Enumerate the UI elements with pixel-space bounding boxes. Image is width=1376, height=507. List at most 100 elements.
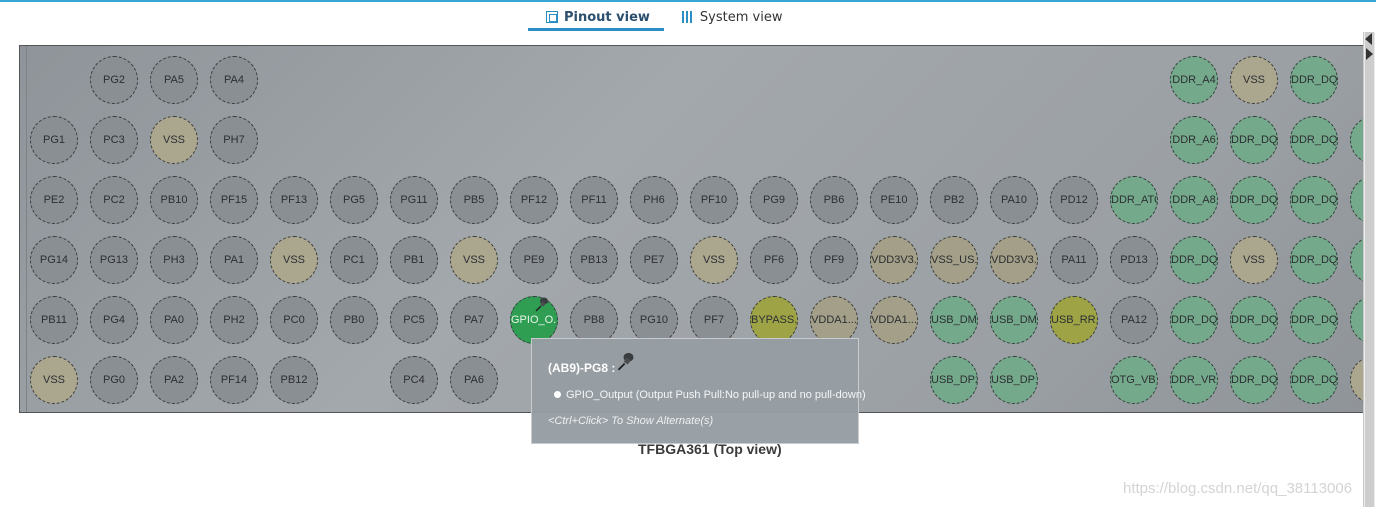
pin-pd13[interactable]: PD13	[1110, 236, 1158, 284]
pin-pa12[interactable]: PA12	[1110, 296, 1158, 344]
package-caption: TFBGA361 (Top view)	[638, 441, 782, 457]
pin-pb2[interactable]: PB2	[930, 176, 978, 224]
pin-pa2[interactable]: PA2	[150, 356, 198, 404]
pin-pb5[interactable]: PB5	[450, 176, 498, 224]
pin-pa5[interactable]: PA5	[150, 56, 198, 104]
pin-pg11[interactable]: PG11	[390, 176, 438, 224]
pin-pf6[interactable]: PF6	[750, 236, 798, 284]
pin-ddr-dq[interactable]: DDR_DQ...	[1290, 56, 1338, 104]
pin-pa11[interactable]: PA11	[1050, 236, 1098, 284]
pin-pe2[interactable]: PE2	[30, 176, 78, 224]
pin-ddr-dq[interactable]: DDR_DQ...	[1230, 296, 1278, 344]
pin-pc4[interactable]: PC4	[390, 356, 438, 404]
pin-vss-us[interactable]: VSS_US...	[930, 236, 978, 284]
pin-pa7[interactable]: PA7	[450, 296, 498, 344]
tab-system-view[interactable]: System view	[664, 6, 797, 28]
pin-ddr-dq[interactable]: DDR_DQ...	[1170, 236, 1218, 284]
pin-usb-dp1[interactable]: USB_DP1	[990, 356, 1038, 404]
pin-pf14[interactable]: PF14	[210, 356, 258, 404]
pin-pa10[interactable]: PA10	[990, 176, 1038, 224]
pin-label: PH3	[163, 254, 185, 266]
pin-ddr-dq[interactable]: DDR_DQ...	[1170, 296, 1218, 344]
pin-pg10[interactable]: PG10	[630, 296, 678, 344]
pin-pb0[interactable]: PB0	[330, 296, 378, 344]
pin-ddr-ato[interactable]: DDR_ATO	[1110, 176, 1158, 224]
pin-ddr-a6[interactable]: DDR_A6	[1170, 116, 1218, 164]
pin-pg1[interactable]: PG1	[30, 116, 78, 164]
pin-pf12[interactable]: PF12	[510, 176, 558, 224]
pin-pa4[interactable]: PA4	[210, 56, 258, 104]
expand-right-arrow-icon[interactable]	[1366, 48, 1373, 60]
pin-vdda1[interactable]: VDDA1...	[870, 296, 918, 344]
pin-vss[interactable]: VSS	[150, 116, 198, 164]
pin-pb10[interactable]: PB10	[150, 176, 198, 224]
pin-ddr-dq[interactable]: DDR_DQ...	[1290, 116, 1338, 164]
pin-pc0[interactable]: PC0	[270, 296, 318, 344]
pin-vdd3v3[interactable]: VDD3V3...	[870, 236, 918, 284]
pin-pg0[interactable]: PG0	[90, 356, 138, 404]
pin-vdda1[interactable]: VDDA1...	[810, 296, 858, 344]
pin-pf13[interactable]: PF13	[270, 176, 318, 224]
pin-pg4[interactable]: PG4	[90, 296, 138, 344]
pin-pc2[interactable]: PC2	[90, 176, 138, 224]
pin-ddr-dq[interactable]: DDR_DQ...	[1230, 176, 1278, 224]
pin-pe9[interactable]: PE9	[510, 236, 558, 284]
collapse-left-arrow-icon[interactable]	[1365, 33, 1372, 45]
pin-pb8[interactable]: PB8	[570, 296, 618, 344]
pin-ddr-dq[interactable]: DDR_DQ...	[1290, 176, 1338, 224]
pin-pe7[interactable]: PE7	[630, 236, 678, 284]
pin-vss[interactable]: VSS	[450, 236, 498, 284]
vertical-scrollbar[interactable]	[1363, 32, 1375, 507]
pin-pa1[interactable]: PA1	[210, 236, 258, 284]
pin-ddr-vr[interactable]: DDR_VR...	[1170, 356, 1218, 404]
pin-label: PA5	[164, 74, 184, 86]
pin-pf10[interactable]: PF10	[690, 176, 738, 224]
pin-vdd3v3[interactable]: VDD3V3...	[990, 236, 1038, 284]
pin-ph7[interactable]: PH7	[210, 116, 258, 164]
pin-ddr-dq[interactable]: DDR_DQ...	[1290, 296, 1338, 344]
pin-ph3[interactable]: PH3	[150, 236, 198, 284]
pin-vss[interactable]: VSS	[1230, 236, 1278, 284]
pin-pg14[interactable]: PG14	[30, 236, 78, 284]
pin-pf15[interactable]: PF15	[210, 176, 258, 224]
pin-pb1[interactable]: PB1	[390, 236, 438, 284]
pin-pc5[interactable]: PC5	[390, 296, 438, 344]
pin-pb6[interactable]: PB6	[810, 176, 858, 224]
pin-ddr-a4[interactable]: DDR_A4	[1170, 56, 1218, 104]
pin-bypass[interactable]: BYPASS...	[750, 296, 798, 344]
pin-pg13[interactable]: PG13	[90, 236, 138, 284]
pin-vss[interactable]: VSS	[1230, 56, 1278, 104]
pin-vss[interactable]: VSS	[690, 236, 738, 284]
pin-usb-rr[interactable]: USB_RR...	[1050, 296, 1098, 344]
pin-usb-dp2[interactable]: USB_DP2	[930, 356, 978, 404]
scrollbar-thumb[interactable]	[1365, 32, 1374, 507]
pin-vss[interactable]: VSS	[30, 356, 78, 404]
pin-pb13[interactable]: PB13	[570, 236, 618, 284]
pin-ddr-a8[interactable]: DDR_A8	[1170, 176, 1218, 224]
pin-ph2[interactable]: PH2	[210, 296, 258, 344]
pin-pa0[interactable]: PA0	[150, 296, 198, 344]
pin-pg2[interactable]: PG2	[90, 56, 138, 104]
pin-vss[interactable]: VSS	[270, 236, 318, 284]
pin-ddr-dq[interactable]: DDR_DQ...	[1290, 236, 1338, 284]
pin-pc3[interactable]: PC3	[90, 116, 138, 164]
pin-pc1[interactable]: PC1	[330, 236, 378, 284]
pin-ddr-dq[interactable]: DDR_DQ...	[1230, 356, 1278, 404]
pin-pg5[interactable]: PG5	[330, 176, 378, 224]
pin-pf11[interactable]: PF11	[570, 176, 618, 224]
pin-pb11[interactable]: PB11	[30, 296, 78, 344]
pin-usb-dm2[interactable]: USB_DM2	[930, 296, 978, 344]
tab-pinout-view[interactable]: Pinout view	[528, 6, 664, 31]
pin-pa6[interactable]: PA6	[450, 356, 498, 404]
pin-pf7[interactable]: PF7	[690, 296, 738, 344]
pin-pe10[interactable]: PE10	[870, 176, 918, 224]
pin-pf9[interactable]: PF9	[810, 236, 858, 284]
pin-ddr-dq[interactable]: DDR_DQ...	[1290, 356, 1338, 404]
pin-pb12[interactable]: PB12	[270, 356, 318, 404]
pin-ddr-dq[interactable]: DDR_DQ...	[1230, 116, 1278, 164]
pin-otg-vb[interactable]: OTG_VB...	[1110, 356, 1158, 404]
pin-pg9[interactable]: PG9	[750, 176, 798, 224]
pin-usb-dm1[interactable]: USB_DM1	[990, 296, 1038, 344]
pin-pd12[interactable]: PD12	[1050, 176, 1098, 224]
pin-ph6[interactable]: PH6	[630, 176, 678, 224]
